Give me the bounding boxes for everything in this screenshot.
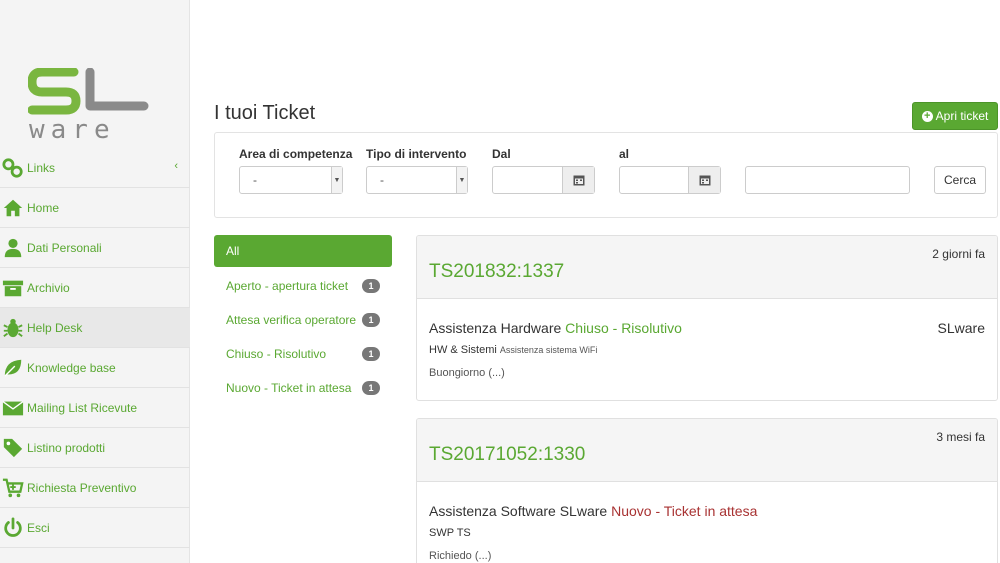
ticket-time-ago: 2 giorni fa (932, 247, 985, 261)
sidebar-item-dati-personali[interactable]: Dati Personali (0, 228, 190, 268)
ticket-subject-text: Assistenza Software SLware (429, 503, 608, 519)
sidebar: ware Links ‹ Home Dati Personali Archivi… (0, 0, 190, 563)
filter-panel: Area di competenza - ▼ Tipo di intervent… (214, 132, 998, 218)
ticket-category-text: SWP TS (429, 527, 471, 539)
ticket-category-text: HW & Sistemi (429, 344, 497, 356)
calendar-icon[interactable] (688, 167, 720, 193)
ticket-message-preview: Richiedo (...) (429, 550, 492, 562)
sidebar-item-label: Richiesta Preventivo (27, 480, 137, 495)
ticket-body: Assistenza Software SLware Nuovo - Ticke… (417, 482, 997, 563)
sidebar-nav: Links ‹ Home Dati Personali Archivio Hel… (0, 148, 190, 548)
sidebar-item-label: Listino prodotti (27, 440, 106, 455)
ticket-subject: Assistenza Software SLware Nuovo - Ticke… (429, 503, 757, 519)
apri-ticket-label: Apri ticket (935, 109, 989, 123)
dal-date-input[interactable] (492, 166, 595, 194)
sidebar-item-label: Esci (27, 520, 50, 535)
count-badge: 1 (362, 279, 380, 293)
sidebar-item-listino-prodotti[interactable]: Listino prodotti (0, 428, 190, 468)
leaf-icon (0, 355, 26, 381)
ticket-header: TS20171052:1330 3 mesi fa (417, 419, 997, 482)
ticket-card[interactable]: TS201832:1337 2 giorni fa Assistenza Har… (416, 235, 998, 401)
tipo-select-value: - (380, 173, 384, 187)
status-filter-list: All Aperto - apertura ticket 1 Attesa ve… (214, 235, 392, 405)
area-label: Area di competenza (239, 147, 353, 161)
al-label: al (619, 147, 630, 161)
ticket-id-link[interactable]: TS201832:1337 (429, 261, 564, 283)
area-select[interactable]: - ▼ (239, 166, 343, 194)
ticket-state: Nuovo - Ticket in attesa (611, 503, 758, 519)
sidebar-item-home[interactable]: Home (0, 188, 190, 228)
sidebar-item-label: Archivio (27, 280, 70, 295)
count-badge: 1 (362, 381, 380, 395)
ticket-state: Chiuso - Risolutivo (565, 320, 682, 336)
chevron-left-icon[interactable]: ‹ (174, 160, 178, 172)
sidebar-item-label: Knowledge base (27, 360, 116, 375)
sidebar-item-label: Links (27, 160, 56, 175)
bug-icon (0, 315, 26, 341)
home-icon (0, 195, 26, 221)
page-title: I tuoi Ticket (214, 102, 316, 124)
ticket-subject-text: Assistenza Hardware (429, 320, 562, 336)
sidebar-item-mailing-list[interactable]: Mailing List Ricevute (0, 388, 190, 428)
sidebar-item-label: Dati Personali (27, 240, 102, 255)
ticket-card[interactable]: TS20171052:1330 3 mesi fa Assistenza Sof… (416, 418, 998, 563)
ticket-message-preview: Buongiorno (...) (429, 367, 505, 379)
archive-icon (0, 275, 26, 301)
ticket-category: SWP TS (429, 527, 471, 539)
ticket-subcategory: Assistenza sistema WiFi (499, 345, 598, 355)
status-filter-all[interactable]: All (214, 235, 392, 267)
envelope-icon (0, 395, 26, 421)
sidebar-item-esci[interactable]: Esci (0, 508, 190, 548)
sidebar-item-label: Home (27, 200, 60, 215)
status-filter-label: Aperto - apertura ticket (226, 279, 349, 293)
tag-icon (0, 435, 26, 461)
calendar-icon[interactable] (562, 167, 594, 193)
dal-label: Dal (492, 147, 511, 161)
sidebar-item-links[interactable]: Links ‹ (0, 148, 190, 188)
plus-circle-icon: + (921, 110, 933, 122)
count-badge: 1 (362, 313, 380, 327)
cart-icon (0, 475, 26, 501)
cerca-button[interactable]: Cerca (934, 166, 986, 194)
area-select-value: - (253, 173, 257, 187)
user-icon (0, 235, 26, 261)
svg-text:ware: ware (29, 115, 116, 142)
ticket-body: Assistenza Hardware Chiuso - Risolutivo … (417, 299, 997, 400)
apri-ticket-button[interactable]: + Apri ticket (912, 102, 998, 130)
sidebar-item-knowledge-base[interactable]: Knowledge base (0, 348, 190, 388)
status-filter-aperto[interactable]: Aperto - apertura ticket 1 (214, 269, 392, 303)
ticket-id-link[interactable]: TS20171052:1330 (429, 444, 585, 466)
al-date-input[interactable] (619, 166, 721, 194)
ticket-header: TS201832:1337 2 giorni fa (417, 236, 997, 299)
tipo-select[interactable]: - ▼ (366, 166, 468, 194)
status-filter-label: Nuovo - Ticket in attesa (226, 381, 352, 395)
sidebar-item-archivio[interactable]: Archivio (0, 268, 190, 308)
chevron-down-icon: ▼ (456, 167, 467, 193)
status-filter-attesa-verifica[interactable]: Attesa verifica operatore 1 (214, 303, 392, 337)
status-filter-label: All (226, 244, 240, 258)
search-input[interactable] (745, 166, 910, 194)
status-filter-nuovo[interactable]: Nuovo - Ticket in attesa 1 (214, 371, 392, 405)
sidebar-item-label: Help Desk (27, 320, 83, 335)
count-badge: 1 (362, 347, 380, 361)
chevron-down-icon: ▼ (331, 167, 342, 193)
links-icon (0, 155, 26, 181)
slware-logo[interactable]: ware (27, 67, 150, 145)
ticket-time-ago: 3 mesi fa (936, 430, 985, 444)
sidebar-item-richiesta-preventivo[interactable]: Richiesta Preventivo (0, 468, 190, 508)
sidebar-item-label: Mailing List Ricevute (27, 400, 138, 415)
ticket-owner: SLware (937, 320, 985, 336)
ticket-subject: Assistenza Hardware Chiuso - Risolutivo (429, 320, 682, 336)
status-filter-chiuso[interactable]: Chiuso - Risolutivo 1 (214, 337, 392, 371)
ticket-category: HW & Sistemi Assistenza sistema WiFi (429, 344, 597, 356)
sidebar-item-help-desk[interactable]: Help Desk (0, 308, 190, 348)
status-filter-label: Chiuso - Risolutivo (226, 347, 327, 361)
power-icon (0, 515, 26, 541)
status-filter-label: Attesa verifica operatore (226, 313, 357, 327)
tipo-label: Tipo di intervento (366, 147, 467, 161)
